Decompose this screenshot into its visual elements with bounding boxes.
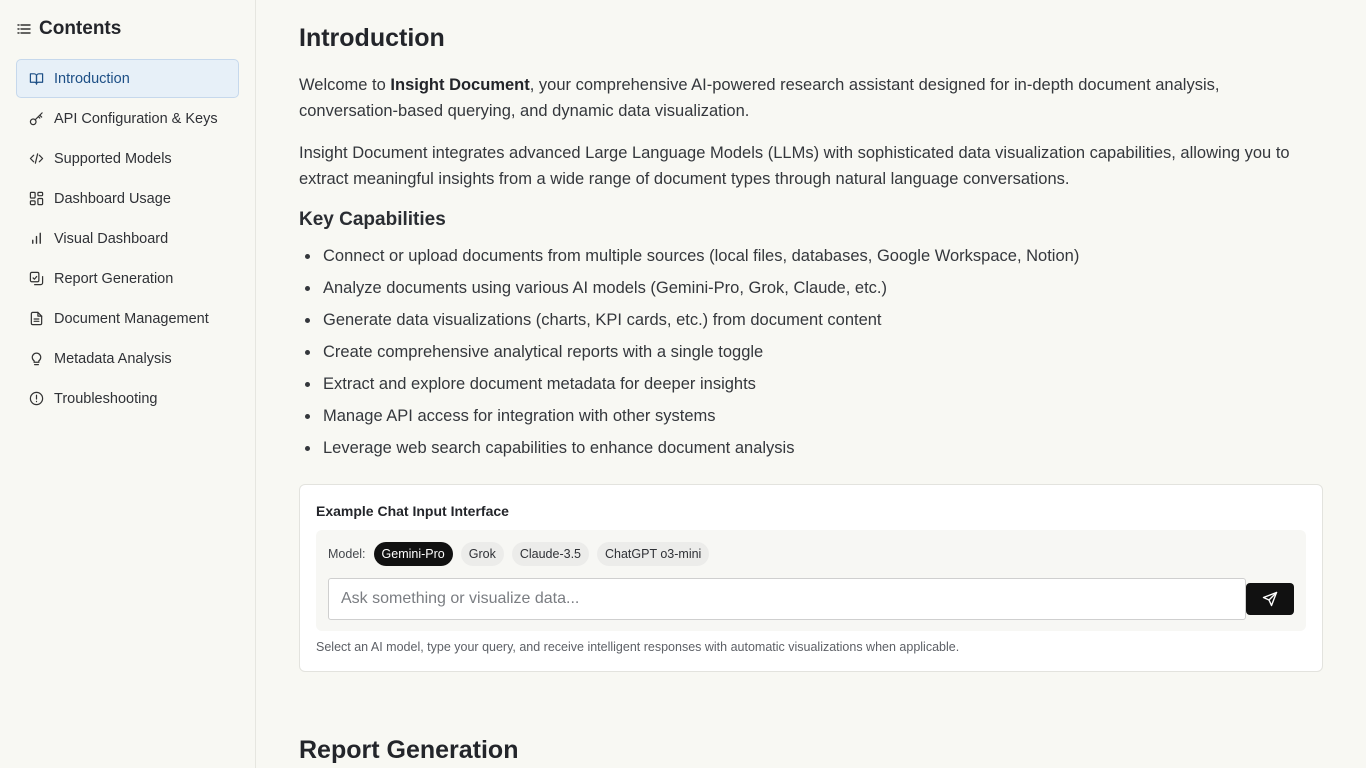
- capabilities-heading: Key Capabilities: [299, 209, 446, 230]
- sidebar-item-supported-models[interactable]: Supported Models: [16, 139, 239, 178]
- sidebar-nav: Introduction API Configuration & Keys Su…: [16, 59, 239, 419]
- sidebar-item-label: Supported Models: [54, 150, 172, 167]
- model-chip-grok[interactable]: Grok: [460, 542, 504, 566]
- list-item: Leverage web search capabilities to enha…: [299, 435, 1079, 467]
- brand-name: Insight Document: [390, 76, 530, 94]
- chat-input[interactable]: [328, 578, 1246, 620]
- sidebar-item-document-management[interactable]: Document Management: [16, 299, 239, 338]
- model-chip-gemini-pro[interactable]: Gemini-Pro: [373, 542, 453, 566]
- overview-paragraph: Insight Document integrates advanced Lar…: [299, 144, 1290, 188]
- capabilities-list: Connect or upload documents from multipl…: [299, 243, 1079, 467]
- sidebar-item-visual-dashboard[interactable]: Visual Dashboard: [16, 219, 239, 258]
- sidebar-item-label: Visual Dashboard: [54, 230, 169, 247]
- list-item: Connect or upload documents from multipl…: [299, 243, 1079, 275]
- list-item: Analyze documents using various AI model…: [299, 275, 1079, 307]
- sidebar-item-label: API Configuration & Keys: [54, 110, 218, 127]
- sidebar-item-troubleshooting[interactable]: Troubleshooting: [16, 379, 239, 418]
- key-icon: [29, 111, 44, 126]
- sidebar-item-label: Introduction: [54, 70, 130, 87]
- sidebar-header: Contents: [17, 18, 121, 40]
- example-card-note: Select an AI model, type your query, and…: [316, 640, 960, 654]
- file-stack-icon: [29, 271, 44, 286]
- send-button[interactable]: [1246, 583, 1294, 615]
- alert-circle-icon: [29, 391, 44, 406]
- send-icon: [1262, 591, 1278, 607]
- sidebar-item-metadata-analysis[interactable]: Metadata Analysis: [16, 339, 239, 378]
- list-item: Create comprehensive analytical reports …: [299, 339, 1079, 371]
- chat-input-panel: Model: Gemini-Pro Grok Claude-3.5 ChatGP…: [316, 530, 1306, 631]
- sidebar-item-label: Report Generation: [54, 270, 174, 287]
- list-item: Generate data visualizations (charts, KP…: [299, 307, 1079, 339]
- example-card-title: Example Chat Input Interface: [316, 503, 509, 519]
- bar-chart-icon: [29, 231, 44, 246]
- file-text-icon: [29, 311, 44, 326]
- lightbulb-icon: [29, 351, 44, 366]
- sidebar-item-report-generation[interactable]: Report Generation: [16, 259, 239, 298]
- example-chat-card: Example Chat Input Interface Model: Gemi…: [299, 484, 1323, 672]
- page-title: Introduction: [299, 24, 445, 52]
- model-selector: Model: Gemini-Pro Grok Claude-3.5 ChatGP…: [328, 542, 717, 566]
- sidebar-item-dashboard-usage[interactable]: Dashboard Usage: [16, 179, 239, 218]
- model-chip-chatgpt[interactable]: ChatGPT o3-mini: [597, 542, 710, 566]
- sidebar-item-api-configuration[interactable]: API Configuration & Keys: [16, 99, 239, 138]
- sidebar-item-label: Dashboard Usage: [54, 190, 171, 207]
- sidebar-item-label: Document Management: [54, 310, 209, 327]
- model-label: Model:: [328, 547, 366, 561]
- list-icon: [17, 22, 31, 36]
- sidebar-title: Contents: [39, 18, 122, 39]
- intro-paragraph: Welcome to Insight Document, your compre…: [299, 76, 1220, 120]
- sidebar: Contents Introduction API Configuration …: [0, 0, 256, 768]
- list-item: Extract and explore document metadata fo…: [299, 371, 1079, 403]
- section-title-report-generation: Report Generation: [299, 736, 519, 764]
- list-item: Manage API access for integration with o…: [299, 403, 1079, 435]
- sidebar-item-label: Metadata Analysis: [54, 350, 172, 367]
- layout-grid-icon: [29, 191, 44, 206]
- sidebar-item-introduction[interactable]: Introduction: [16, 59, 239, 98]
- code-icon: [29, 151, 44, 166]
- model-chip-claude[interactable]: Claude-3.5: [511, 542, 589, 566]
- book-open-icon: [29, 71, 44, 86]
- sidebar-item-label: Troubleshooting: [54, 390, 158, 407]
